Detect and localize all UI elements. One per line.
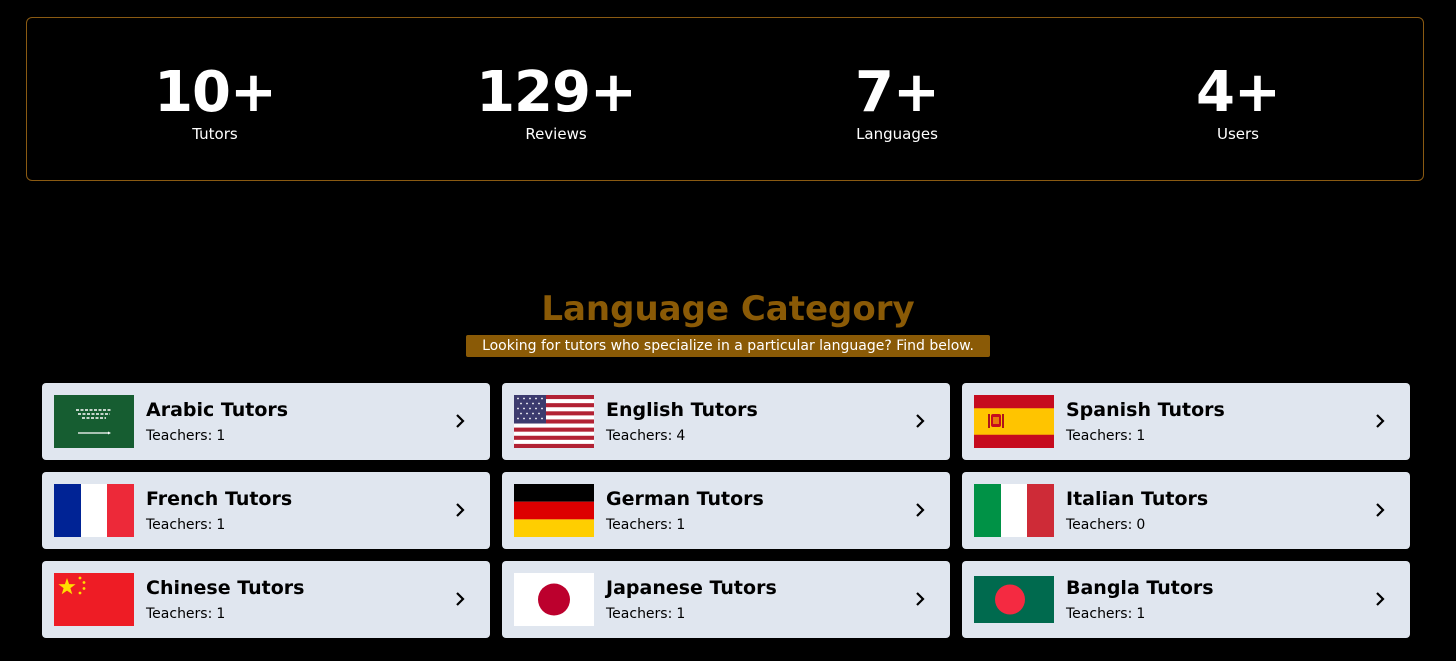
section-subtitle-wrap: Looking for tutors who specialize in a p…: [0, 335, 1456, 357]
section-title: Language Category: [541, 289, 915, 329]
chevron-right-icon: [916, 503, 925, 517]
germany-flag-icon: [514, 484, 594, 537]
chevron-right-icon: [1376, 592, 1385, 606]
stat-reviews: 129+ Reviews: [406, 60, 706, 143]
teachers-label: Teachers:: [606, 428, 673, 444]
teachers-label: Teachers:: [1066, 606, 1133, 622]
stat-label: Languages: [856, 125, 938, 143]
language-card-english[interactable]: English Tutors Teachers: 4: [502, 383, 950, 460]
card-teachers: Teachers: 1: [1066, 427, 1145, 445]
italy-flag-icon: [974, 484, 1054, 537]
teachers-count: 1: [1136, 606, 1146, 622]
card-title: Spanish Tutors: [1066, 399, 1225, 421]
stat-users: 4+ Users: [1088, 60, 1388, 143]
teachers-count: 1: [216, 517, 226, 533]
stats-panel: 10+ Tutors 129+ Reviews 7+ Languages 4+ …: [26, 17, 1424, 181]
teachers-label: Teachers:: [606, 517, 673, 533]
stat-value: 4+: [1196, 60, 1281, 125]
card-title: Italian Tutors: [1066, 488, 1209, 510]
chevron-right-icon: [1376, 503, 1385, 517]
stat-label: Reviews: [525, 125, 587, 143]
card-title: Chinese Tutors: [146, 577, 305, 599]
bangladesh-flag-icon: [974, 576, 1054, 623]
teachers-count: 1: [1136, 428, 1146, 444]
card-teachers: Teachers: 4: [606, 427, 685, 445]
card-teachers: Teachers: 1: [606, 605, 685, 623]
language-card-italian[interactable]: Italian Tutors Teachers: 0: [962, 472, 1410, 549]
teachers-count: 1: [216, 428, 226, 444]
card-teachers: Teachers: 1: [606, 516, 685, 534]
language-card-bangla[interactable]: Bangla Tutors Teachers: 1: [962, 561, 1410, 638]
card-title: Bangla Tutors: [1066, 577, 1214, 599]
chevron-right-icon: [456, 592, 465, 606]
teachers-count: 4: [676, 428, 686, 444]
teachers-count: 1: [676, 606, 686, 622]
stat-label: Users: [1216, 125, 1259, 143]
chevron-right-icon: [456, 503, 465, 517]
france-flag-icon: [54, 484, 134, 537]
card-title: German Tutors: [606, 488, 764, 510]
card-title: Arabic Tutors: [146, 399, 289, 421]
usa-flag-icon: [514, 395, 594, 448]
spain-flag-icon: [974, 395, 1054, 448]
stat-languages: 7+ Languages: [747, 60, 1047, 143]
card-title: French Tutors: [146, 488, 293, 510]
card-teachers: Teachers: 1: [146, 605, 225, 623]
language-card-japanese[interactable]: Japanese Tutors Teachers: 1: [502, 561, 950, 638]
chevron-right-icon: [916, 592, 925, 606]
teachers-count: 1: [216, 606, 226, 622]
teachers-label: Teachers:: [146, 606, 213, 622]
stat-tutors: 10+ Tutors: [65, 60, 365, 143]
saudi-arabia-flag-icon: [54, 395, 134, 448]
card-teachers: Teachers: 1: [146, 427, 225, 445]
stat-value: 129+: [476, 60, 637, 125]
language-card-arabic[interactable]: Arabic Tutors Teachers: 1: [42, 383, 490, 460]
stat-value: 10+: [154, 60, 277, 125]
stat-value: 7+: [855, 60, 940, 125]
language-card-spanish[interactable]: Spanish Tutors Teachers: 1: [962, 383, 1410, 460]
card-teachers: Teachers: 0: [1066, 516, 1145, 534]
card-title: Japanese Tutors: [606, 577, 777, 599]
language-card-german[interactable]: German Tutors Teachers: 1: [502, 472, 950, 549]
language-card-french[interactable]: French Tutors Teachers: 1: [42, 472, 490, 549]
teachers-label: Teachers:: [606, 606, 673, 622]
teachers-label: Teachers:: [1066, 428, 1133, 444]
teachers-label: Teachers:: [146, 517, 213, 533]
language-card-chinese[interactable]: Chinese Tutors Teachers: 1: [42, 561, 490, 638]
chevron-right-icon: [456, 414, 465, 428]
teachers-count: 1: [676, 517, 686, 533]
card-teachers: Teachers: 1: [1066, 605, 1145, 623]
card-title: English Tutors: [606, 399, 758, 421]
china-flag-icon: [54, 573, 134, 626]
teachers-label: Teachers:: [1066, 517, 1133, 533]
teachers-label: Teachers:: [146, 428, 213, 444]
chevron-right-icon: [1376, 414, 1385, 428]
chevron-right-icon: [916, 414, 925, 428]
stat-label: Tutors: [192, 125, 238, 143]
japan-flag-icon: [514, 573, 594, 626]
section-subtitle: Looking for tutors who specialize in a p…: [466, 335, 990, 357]
card-teachers: Teachers: 1: [146, 516, 225, 534]
teachers-count: 0: [1136, 517, 1146, 533]
